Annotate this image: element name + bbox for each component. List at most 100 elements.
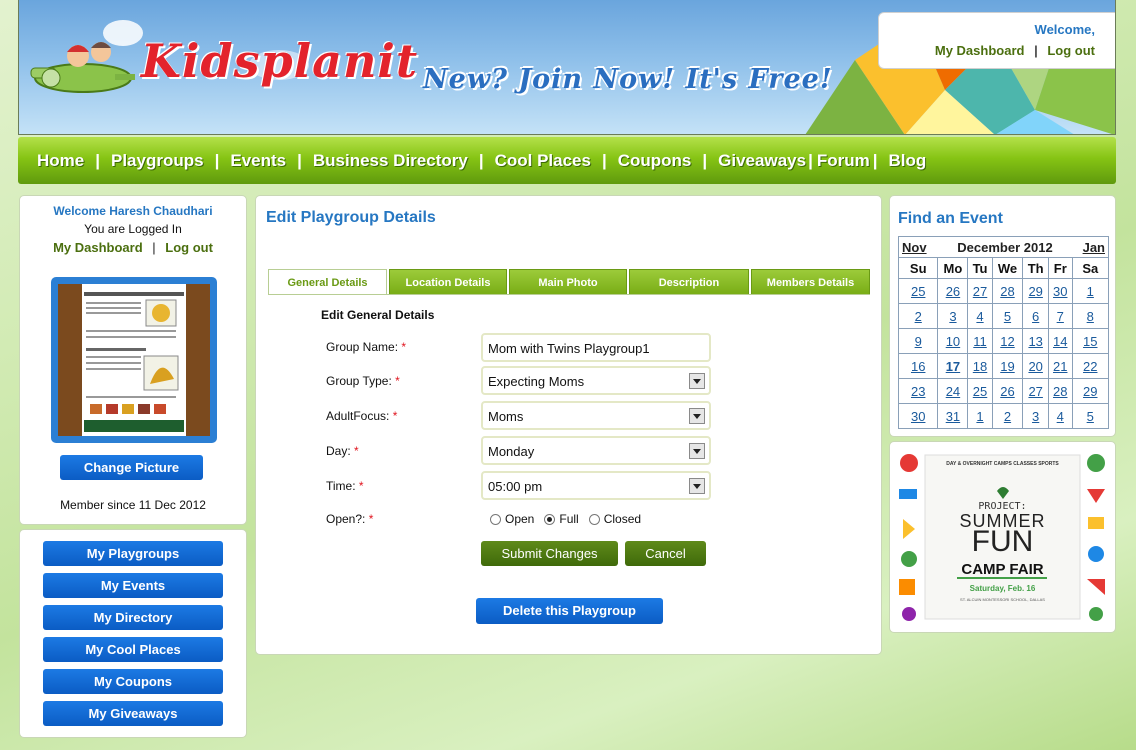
- calendar-day-link[interactable]: 30: [1053, 284, 1067, 299]
- calendar-day-cell[interactable]: 4: [1047, 403, 1073, 429]
- header-logout-link[interactable]: Log out: [1047, 43, 1095, 58]
- calendar-day-link[interactable]: 27: [1028, 384, 1042, 399]
- calendar-day-link[interactable]: 26: [1000, 384, 1014, 399]
- calendar-day-cell[interactable]: 26: [991, 378, 1024, 404]
- nav-playgroups[interactable]: Playgroups: [111, 151, 204, 171]
- calendar-day-cell[interactable]: 5: [1071, 403, 1110, 429]
- nav-home[interactable]: Home: [37, 151, 84, 171]
- radio-button[interactable]: [588, 513, 600, 525]
- calendar-day-link[interactable]: 10: [946, 334, 960, 349]
- tab-main-photo[interactable]: Main Photo: [509, 269, 627, 295]
- calendar-day-cell[interactable]: 30: [1047, 278, 1073, 304]
- dropdown-arrow-icon[interactable]: [689, 478, 705, 494]
- group-type-select[interactable]: Expecting Moms: [481, 366, 711, 395]
- radio-button[interactable]: [490, 513, 501, 525]
- calendar-day-cell[interactable]: 30: [897, 403, 939, 429]
- calendar-day-cell[interactable]: 27: [1022, 378, 1049, 404]
- calendar-day-cell[interactable]: 11: [967, 328, 993, 354]
- calendar-day-cell[interactable]: 13: [1022, 328, 1049, 354]
- calendar-day-link[interactable]: 4: [1057, 409, 1064, 424]
- calendar-day-link[interactable]: 3: [1032, 409, 1039, 424]
- calendar-day-link[interactable]: 5: [1004, 309, 1011, 324]
- calendar-day-cell[interactable]: 19: [991, 353, 1024, 379]
- calendar-day-cell[interactable]: 24: [937, 378, 969, 404]
- calendar-day-cell[interactable]: 18: [967, 353, 993, 379]
- calendar-day-link[interactable]: 27: [973, 284, 987, 299]
- adult-focus-select[interactable]: Moms: [481, 401, 711, 430]
- nav-events[interactable]: Events: [230, 151, 286, 171]
- tab-members-details[interactable]: Members Details: [751, 269, 870, 295]
- calendar-day-link[interactable]: 12: [1000, 334, 1014, 349]
- sidebar-logout-link[interactable]: Log out: [165, 240, 213, 255]
- calendar-day-link[interactable]: 25: [911, 284, 925, 299]
- calendar-day-link[interactable]: 5: [1087, 409, 1094, 424]
- calendar-day-link[interactable]: 8: [1087, 309, 1094, 324]
- calendar-day-link[interactable]: 2: [915, 309, 922, 324]
- calendar-day-link[interactable]: 29: [1028, 284, 1042, 299]
- my-events-button[interactable]: My Events: [43, 573, 223, 598]
- calendar-day-cell[interactable]: 12: [991, 328, 1024, 354]
- calendar-day-cell[interactable]: 28: [991, 278, 1024, 304]
- calendar-day-cell[interactable]: 5: [991, 303, 1024, 329]
- calendar-prev-month[interactable]: Nov: [897, 236, 938, 258]
- calendar-day-cell[interactable]: 4: [967, 303, 993, 329]
- calendar-day-link[interactable]: 17: [946, 359, 960, 374]
- calendar-day-link[interactable]: 14: [1053, 334, 1067, 349]
- calendar-day-link[interactable]: 28: [1053, 384, 1067, 399]
- calendar-day-link[interactable]: 30: [911, 409, 925, 424]
- my-coupons-button[interactable]: My Coupons: [43, 669, 223, 694]
- camp-fair-ad[interactable]: DAY & OVERNIGHT CAMPS CLASSES SPORTS PRO…: [897, 449, 1108, 625]
- calendar-day-link[interactable]: 2: [1004, 409, 1011, 424]
- calendar-day-link[interactable]: 31: [946, 409, 960, 424]
- nav-business-directory[interactable]: Business Directory: [313, 151, 468, 171]
- nav-coupons[interactable]: Coupons: [618, 151, 692, 171]
- calendar-day-link[interactable]: 7: [1057, 309, 1064, 324]
- time-select[interactable]: 05:00 pm: [481, 471, 711, 500]
- tab-location-details[interactable]: Location Details: [389, 269, 507, 295]
- calendar-day-cell[interactable]: 28: [1047, 378, 1073, 404]
- delete-playgroup-button[interactable]: Delete this Playgroup: [476, 598, 663, 624]
- calendar-day-link[interactable]: 18: [973, 359, 987, 374]
- calendar-day-cell[interactable]: 27: [967, 278, 993, 304]
- dropdown-arrow-icon[interactable]: [689, 443, 705, 459]
- nav-cool-places[interactable]: Cool Places: [495, 151, 591, 171]
- header-dashboard-link[interactable]: My Dashboard: [935, 43, 1025, 58]
- my-cool-places-button[interactable]: My Cool Places: [43, 637, 223, 662]
- calendar-day-cell[interactable]: 21: [1047, 353, 1073, 379]
- dropdown-arrow-icon[interactable]: [689, 373, 705, 389]
- change-picture-button[interactable]: Change Picture: [60, 455, 203, 480]
- calendar-day-cell[interactable]: 1: [1071, 278, 1110, 304]
- nav-forum[interactable]: Forum: [817, 151, 870, 171]
- calendar-day-cell[interactable]: 15: [1071, 328, 1110, 354]
- join-tagline[interactable]: New? Join Now! It's Free!: [423, 64, 833, 95]
- calendar-day-link[interactable]: 6: [1032, 309, 1039, 324]
- calendar-day-cell[interactable]: 8: [1071, 303, 1110, 329]
- nav-giveaways[interactable]: Giveaways: [718, 151, 806, 171]
- my-directory-button[interactable]: My Directory: [43, 605, 223, 630]
- calendar-day-cell[interactable]: 22: [1071, 353, 1110, 379]
- my-giveaways-button[interactable]: My Giveaways: [43, 701, 223, 726]
- site-logo[interactable]: Kidsplanit: [141, 34, 418, 88]
- calendar-day-cell[interactable]: 29: [1071, 378, 1110, 404]
- calendar-day-cell[interactable]: 2: [991, 403, 1024, 429]
- day-select[interactable]: Monday: [481, 436, 711, 465]
- calendar-day-link[interactable]: 28: [1000, 284, 1014, 299]
- calendar-day-link[interactable]: 9: [915, 334, 922, 349]
- calendar-day-cell[interactable]: 9: [897, 328, 939, 354]
- calendar-day-link[interactable]: 22: [1083, 359, 1097, 374]
- calendar-day-link[interactable]: 1: [1087, 284, 1094, 299]
- calendar-day-cell[interactable]: 23: [897, 378, 939, 404]
- radio-full[interactable]: Full: [544, 512, 579, 526]
- calendar-day-link[interactable]: 20: [1028, 359, 1042, 374]
- calendar-day-link[interactable]: 16: [911, 359, 925, 374]
- group-name-input[interactable]: Mom with Twins Playgroup1: [481, 333, 711, 362]
- my-playgroups-button[interactable]: My Playgroups: [43, 541, 223, 566]
- calendar-day-cell[interactable]: 25: [897, 278, 939, 304]
- calendar-day-link[interactable]: 4: [976, 309, 983, 324]
- tab-general-details[interactable]: General Details: [268, 269, 387, 295]
- calendar-day-cell[interactable]: 3: [1022, 403, 1049, 429]
- radio-button-selected[interactable]: [544, 513, 556, 525]
- calendar-day-cell[interactable]: 14: [1047, 328, 1073, 354]
- calendar-day-link[interactable]: 15: [1083, 334, 1097, 349]
- calendar-day-cell[interactable]: 6: [1022, 303, 1049, 329]
